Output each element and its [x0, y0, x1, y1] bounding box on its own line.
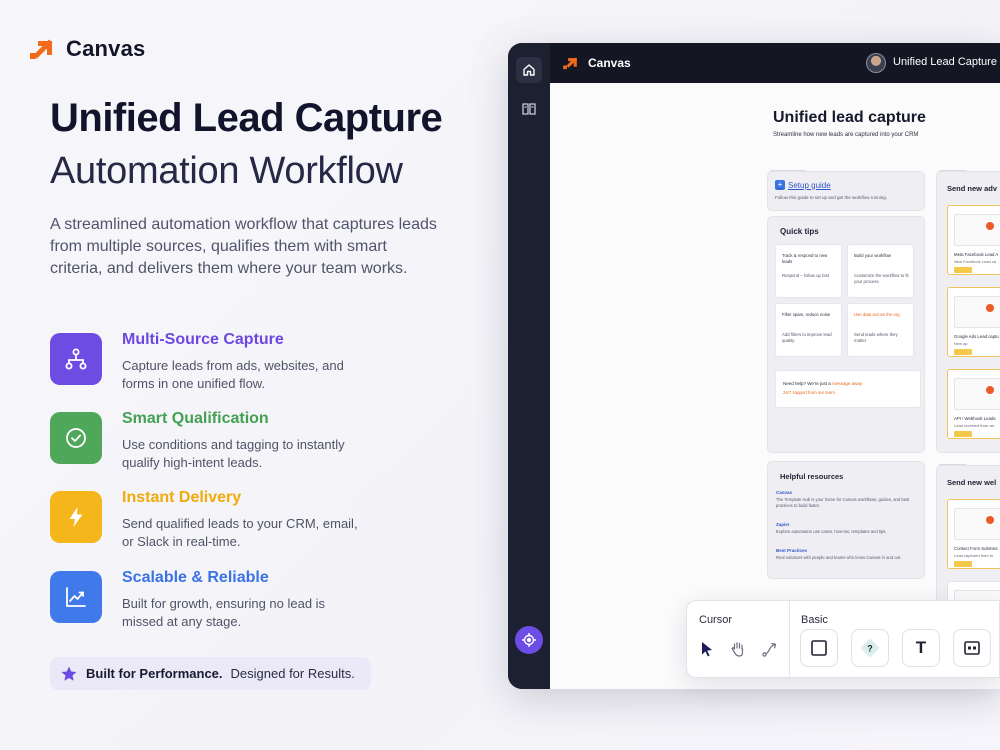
workflow-title[interactable]: Unified Lead Capture [T	[893, 56, 1000, 68]
navigator-icon[interactable]	[515, 626, 543, 654]
diamond-icon: ?	[860, 638, 880, 658]
home-icon[interactable]	[516, 57, 542, 83]
tip-card[interactable]: Filter spam, reduce noise Add filters to…	[775, 303, 842, 357]
feature-multi-source: Multi-Source Capture Capture leads from …	[50, 331, 362, 393]
top-bar: Canvas Unified Lead Capture [T	[550, 43, 1000, 83]
feature-scalable: Scalable & Reliable Built for growth, en…	[50, 569, 362, 631]
app-name: Canvas	[588, 56, 631, 70]
tool-palette: Cursor Basic ? T	[686, 600, 1000, 678]
feature-title: Scalable & Reliable	[122, 569, 269, 586]
divider	[789, 601, 790, 677]
connector-icon[interactable]	[760, 639, 780, 659]
trigger-card[interactable]: Contact Form Submiss Lead captured from …	[947, 499, 1000, 569]
text-tool-button[interactable]: T	[902, 629, 940, 667]
resources-title: Helpful resources	[780, 472, 844, 481]
resource-item[interactable]: Canvas The Template Hub is your home for…	[776, 490, 920, 509]
network-icon	[50, 333, 102, 385]
app-window: Canvas Unified Lead Capture [T Unified l…	[508, 43, 1000, 689]
cursor-section-label: Cursor	[699, 614, 733, 626]
decision-tool-button[interactable]: ?	[851, 629, 889, 667]
trend-up-icon	[50, 571, 102, 623]
quick-tips-card: Quick tips Track & respond to new leads …	[767, 216, 925, 453]
feature-description: Built for growth, ensuring no lead is mi…	[122, 596, 326, 629]
pointer-icon[interactable]	[697, 639, 717, 659]
helpful-resources-card: Helpful resources Canvas The Template Hu…	[767, 461, 925, 579]
plus-icon: +	[775, 180, 785, 190]
brand: Canvas	[28, 36, 145, 62]
feature-title: Instant Delivery	[122, 489, 242, 506]
setup-guide-link[interactable]: + Setup guide	[775, 180, 831, 190]
performance-bold: Built for Performance.	[86, 666, 223, 681]
resource-item[interactable]: Zapier Explore automation use cases, how…	[776, 522, 920, 535]
side-rail	[508, 43, 550, 689]
tip-card[interactable]: Build your workflow Customize the workfl…	[847, 244, 914, 298]
canvas-logo-icon	[30, 39, 53, 59]
canvas-logo-icon	[563, 58, 577, 70]
feature-description: Capture leads from ads, websites, and fo…	[122, 358, 344, 391]
help-card[interactable]: Need help? We're just a message away 24/…	[775, 370, 921, 408]
hero-subtitle: Automation Workflow	[50, 150, 403, 192]
setup-guide-card[interactable]: + Setup guide Follow this guide to set u…	[767, 171, 925, 211]
trigger-dot-icon	[986, 222, 994, 230]
tip-card[interactable]: Track & respond to new leads Respond – f…	[775, 244, 842, 298]
performance-badge: Built for Performance. Designed for Resu…	[50, 657, 371, 690]
canvas-subtitle: Streamline how new leads are captured in…	[773, 132, 919, 138]
trigger-title: Send new adv	[947, 184, 998, 193]
feature-instant-delivery: Instant Delivery Send qualified leads to…	[50, 489, 362, 551]
frame-icon	[964, 641, 980, 655]
resource-item[interactable]: Best Practices Real solutions with peopl…	[776, 548, 920, 561]
message-link[interactable]: message away	[832, 381, 862, 386]
lightning-icon	[50, 491, 102, 543]
text-tool-glyph: T	[915, 638, 927, 657]
feature-title: Multi-Source Capture	[122, 331, 284, 348]
feature-title: Smart Qualification	[122, 410, 269, 427]
check-circle-icon	[50, 412, 102, 464]
svg-text:?: ?	[867, 644, 873, 654]
trigger-dot-icon	[986, 304, 994, 312]
hand-icon[interactable]	[728, 639, 748, 659]
star-icon	[61, 666, 77, 681]
trigger-dot-icon	[986, 516, 994, 524]
frame-tool-button[interactable]	[953, 629, 991, 667]
hero-title: Unified Lead Capture	[50, 96, 443, 140]
hero-description: A streamlined automation workflow that c…	[50, 216, 437, 277]
trigger-group[interactable]: Send new adv Meta Facebook Lead A New Fa…	[936, 171, 1000, 453]
brand-name: Canvas	[66, 36, 146, 61]
feature-description: Send qualified leads to your CRM, email,…	[122, 516, 358, 549]
avatar[interactable]	[866, 53, 886, 73]
quick-tips-title: Quick tips	[780, 227, 819, 236]
trigger-card[interactable]: API / Webhook Leads Lead received from w…	[947, 369, 1000, 439]
workflow-canvas[interactable]: Unified lead capture Streamline how new …	[550, 83, 1000, 689]
setup-guide-description: Follow this guide to set up and get the …	[775, 195, 888, 200]
trigger-card[interactable]: Meta Facebook Lead A New Facebook Lead c…	[947, 205, 1000, 275]
trigger-card[interactable]: Google Ads Lead captu New ap	[947, 287, 1000, 357]
trigger-title: Send new wel	[947, 478, 997, 487]
canvas-title: Unified lead capture	[773, 109, 926, 126]
tip-card[interactable]: Use data across the org Send leads where…	[847, 303, 914, 357]
book-icon[interactable]	[519, 99, 539, 119]
shape-tool-button[interactable]	[800, 629, 838, 667]
performance-rest: Designed for Results.	[230, 666, 355, 681]
feature-description: Use conditions and tagging to instantly …	[122, 437, 345, 470]
square-icon	[811, 640, 827, 656]
basic-section-label: Basic	[801, 614, 828, 626]
feature-smart-qualification: Smart Qualification Use conditions and t…	[50, 410, 362, 472]
trigger-dot-icon	[986, 386, 994, 394]
